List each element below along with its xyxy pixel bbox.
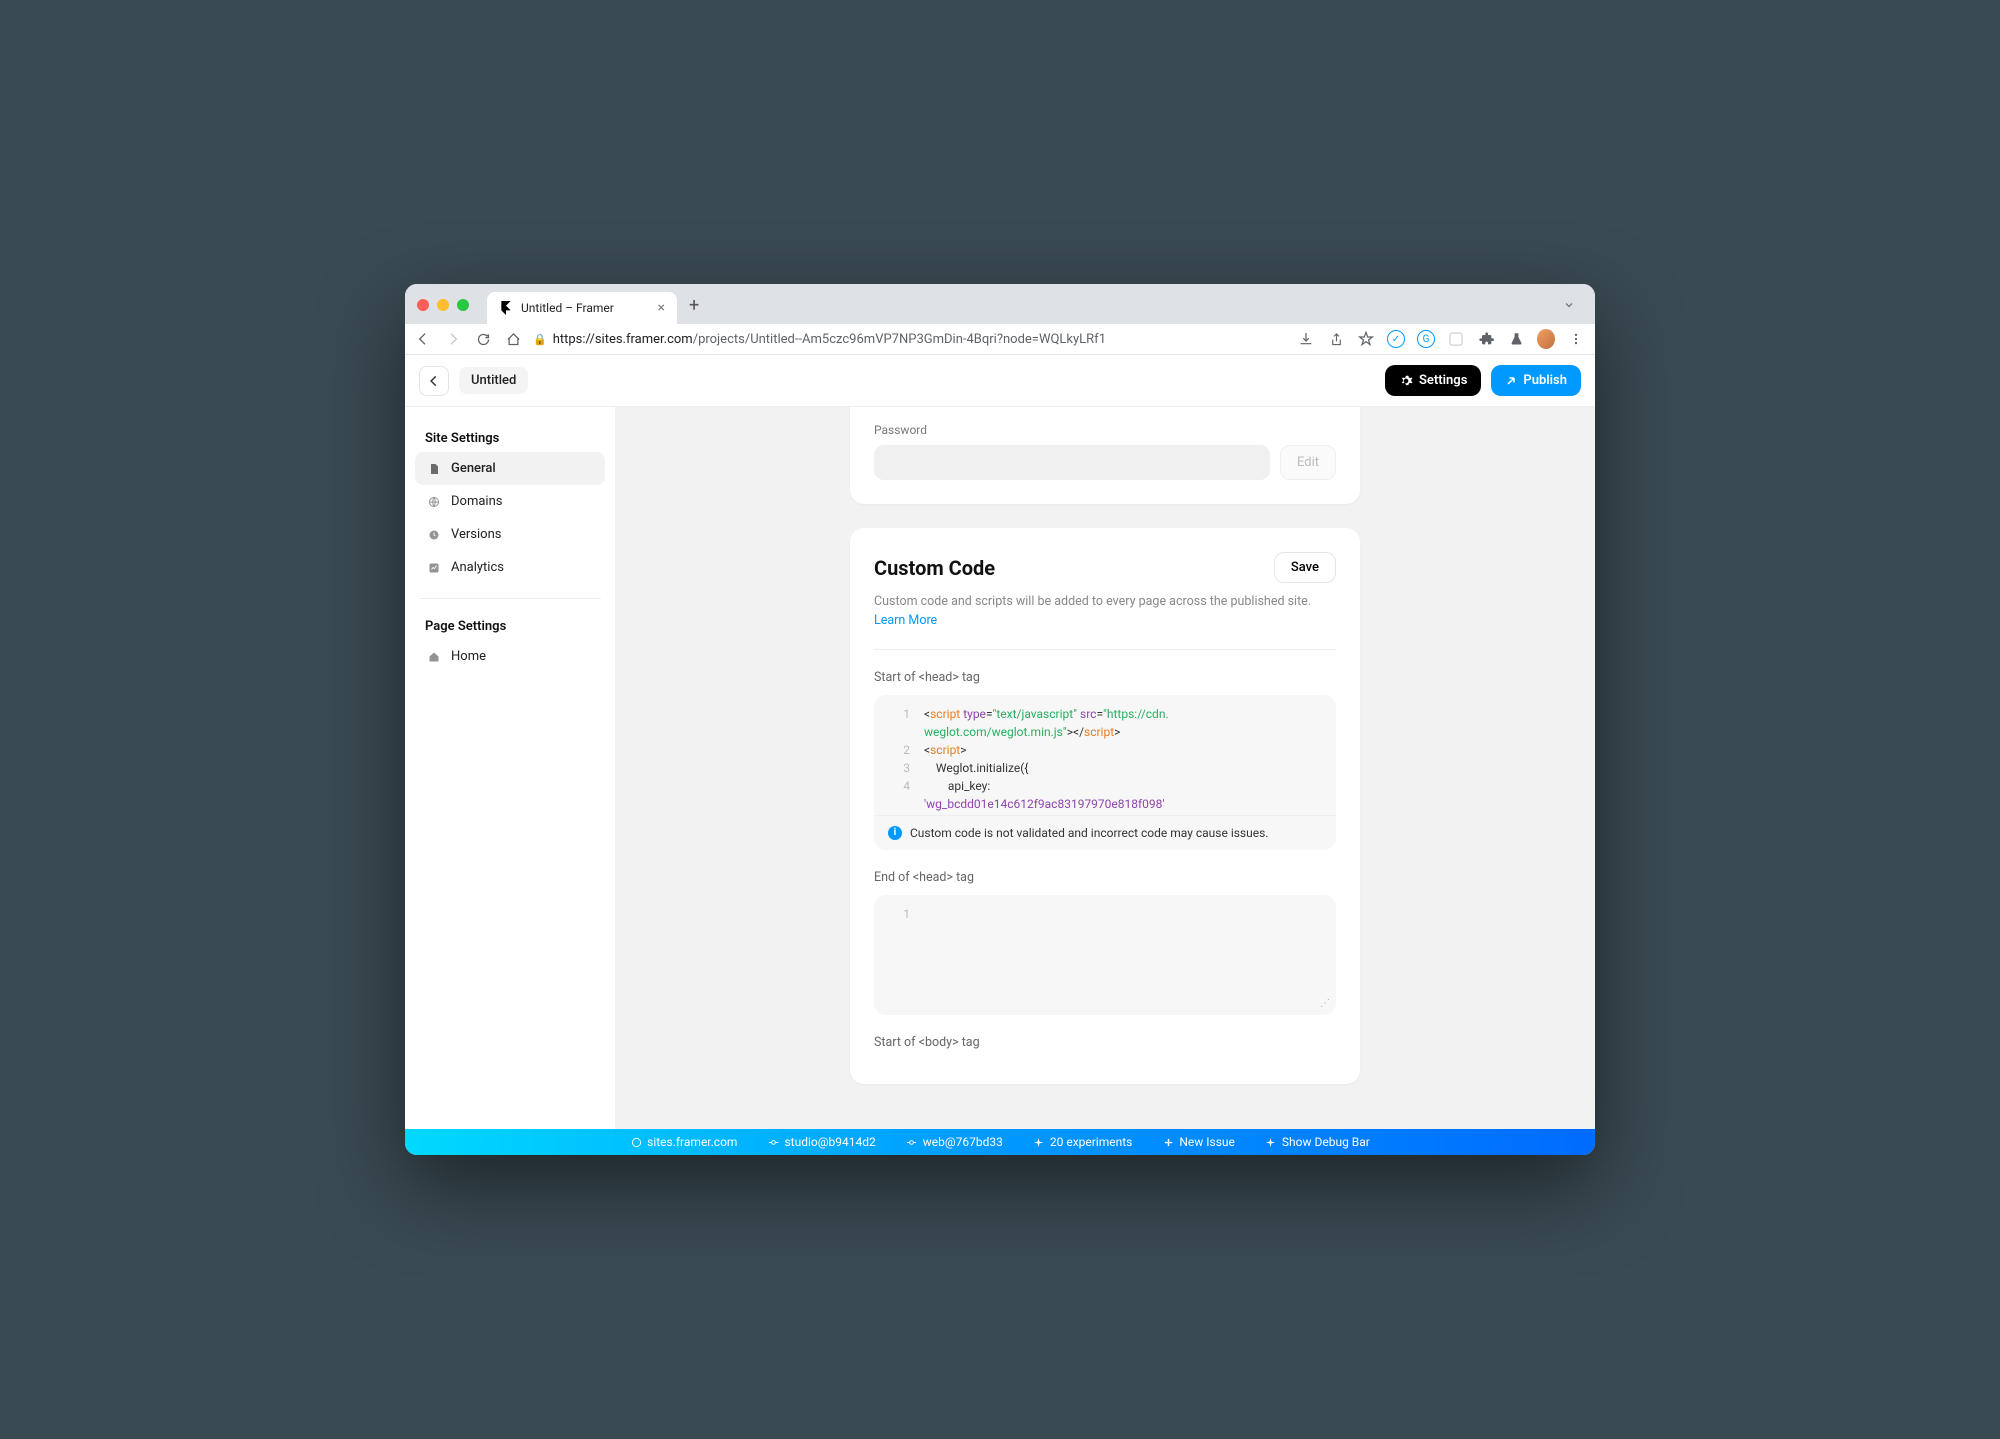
settings-button[interactable]: Settings [1385, 365, 1481, 396]
tabs-menu-button[interactable] [1563, 296, 1575, 315]
sidebar-item-label: General [451, 461, 496, 476]
debug-show-bar[interactable]: Show Debug Bar [1265, 1135, 1370, 1149]
sidebar-item-label: Home [451, 649, 486, 664]
app-header: Untitled Settings Publish [405, 355, 1595, 407]
sidebar-item-analytics[interactable]: Analytics [415, 551, 605, 584]
home-icon[interactable] [505, 331, 521, 347]
chart-icon [427, 561, 441, 575]
custom-code-title: Custom Code [874, 556, 995, 580]
tab-title: Untitled – Framer [521, 301, 614, 315]
globe-icon [427, 495, 441, 509]
reload-icon[interactable] [475, 331, 491, 347]
sidebar-separator [419, 598, 601, 599]
main-content[interactable]: Password Edit Custom Code Save Custom co… [615, 407, 1595, 1129]
end-head-editor[interactable]: 1 ⋰ [874, 895, 1336, 1015]
end-head-label: End of <head> tag [874, 870, 1336, 885]
gear-icon [1399, 374, 1413, 388]
debug-bar: sites.framer.com studio@b9414d2 web@767b… [405, 1129, 1595, 1155]
download-icon[interactable] [1297, 330, 1315, 348]
flask-icon[interactable] [1507, 330, 1525, 348]
password-edit-button[interactable]: Edit [1280, 445, 1336, 480]
publish-label: Publish [1523, 373, 1567, 388]
bookmark-star-icon[interactable] [1357, 330, 1375, 348]
sidebar-item-label: Versions [451, 527, 501, 542]
start-body-label: Start of <body> tag [874, 1035, 1336, 1050]
section-divider [874, 649, 1336, 650]
resize-handle-icon[interactable]: ⋰ [1320, 996, 1330, 1011]
custom-code-card: Custom Code Save Custom code and scripts… [850, 528, 1360, 1084]
start-head-editor[interactable]: 1<script type="text/javascript" src="htt… [874, 695, 1336, 815]
close-window-button[interactable] [417, 299, 429, 311]
sidebar-item-domains[interactable]: Domains [415, 485, 605, 518]
window-controls [417, 299, 469, 311]
commit-icon [906, 1136, 918, 1148]
settings-label: Settings [1419, 373, 1467, 388]
share-icon[interactable] [1327, 330, 1345, 348]
learn-more-link[interactable]: Learn More [874, 613, 937, 628]
sidebar-heading-site: Site Settings [415, 425, 605, 452]
sparkle-icon [1033, 1136, 1045, 1148]
tab-close-icon[interactable]: × [658, 300, 665, 316]
code-warning: i Custom code is not validated and incor… [874, 815, 1336, 850]
document-icon [427, 462, 441, 476]
sidebar-item-home[interactable]: Home [415, 640, 605, 673]
info-icon: i [888, 826, 902, 840]
app-root: Untitled Settings Publish Site Settings … [405, 355, 1595, 1155]
warning-text: Custom code is not validated and incorre… [910, 826, 1268, 840]
start-head-label: Start of <head> tag [874, 670, 1336, 685]
clock-icon [427, 528, 441, 542]
sidebar: Site Settings General Domains Versions A… [405, 407, 615, 1129]
slash-circle-icon [630, 1136, 642, 1148]
extension-icon-3[interactable] [1447, 330, 1465, 348]
commit-icon [767, 1136, 779, 1148]
url-domain: https://sites.framer.com [553, 332, 693, 347]
page-title[interactable]: Untitled [459, 367, 528, 394]
browser-tab-bar: Untitled – Framer × + [405, 284, 1595, 324]
sidebar-item-label: Domains [451, 494, 502, 509]
extension-icon-2[interactable]: G [1417, 330, 1435, 348]
sidebar-item-versions[interactable]: Versions [415, 518, 605, 551]
back-icon[interactable] [415, 331, 431, 347]
url-path: /projects/Untitled--Am5czc96mVP7NP3GmDin… [693, 332, 1106, 347]
plus-icon [1162, 1136, 1174, 1148]
app-back-button[interactable] [419, 366, 449, 396]
profile-avatar[interactable] [1537, 330, 1555, 348]
minimize-window-button[interactable] [437, 299, 449, 311]
forward-icon[interactable] [445, 331, 461, 347]
home-icon [427, 650, 441, 664]
custom-code-description: Custom code and scripts will be added to… [874, 593, 1336, 631]
debug-experiments[interactable]: 20 experiments [1033, 1135, 1133, 1149]
publish-button[interactable]: Publish [1491, 365, 1581, 396]
password-card: Password Edit [850, 407, 1360, 504]
browser-tab[interactable]: Untitled – Framer × [487, 292, 677, 324]
address-bar[interactable]: 🔒 https://sites.framer.com/projects/Unti… [533, 332, 1285, 347]
save-button[interactable]: Save [1274, 552, 1336, 583]
maximize-window-button[interactable] [457, 299, 469, 311]
framer-favicon [499, 301, 513, 315]
kebab-menu-icon[interactable] [1567, 330, 1585, 348]
arrow-up-right-icon [1505, 375, 1517, 387]
debug-site[interactable]: sites.framer.com [630, 1135, 737, 1149]
sidebar-item-general[interactable]: General [415, 452, 605, 485]
lock-icon: 🔒 [533, 333, 547, 346]
debug-web[interactable]: web@767bd33 [906, 1135, 1003, 1149]
sparkle-icon [1265, 1136, 1277, 1148]
debug-studio[interactable]: studio@b9414d2 [767, 1135, 875, 1149]
extension-icon-1[interactable]: ✓ [1387, 330, 1405, 348]
sidebar-heading-page: Page Settings [415, 613, 605, 640]
debug-new-issue[interactable]: New Issue [1162, 1135, 1235, 1149]
browser-window: Untitled – Framer × + 🔒 https://sites.fr… [405, 284, 1595, 1155]
browser-toolbar: 🔒 https://sites.framer.com/projects/Unti… [405, 324, 1595, 355]
extensions-puzzle-icon[interactable] [1477, 330, 1495, 348]
password-label: Password [874, 423, 1336, 437]
new-tab-button[interactable]: + [689, 295, 699, 316]
password-input[interactable] [874, 445, 1270, 480]
sidebar-item-label: Analytics [451, 560, 504, 575]
